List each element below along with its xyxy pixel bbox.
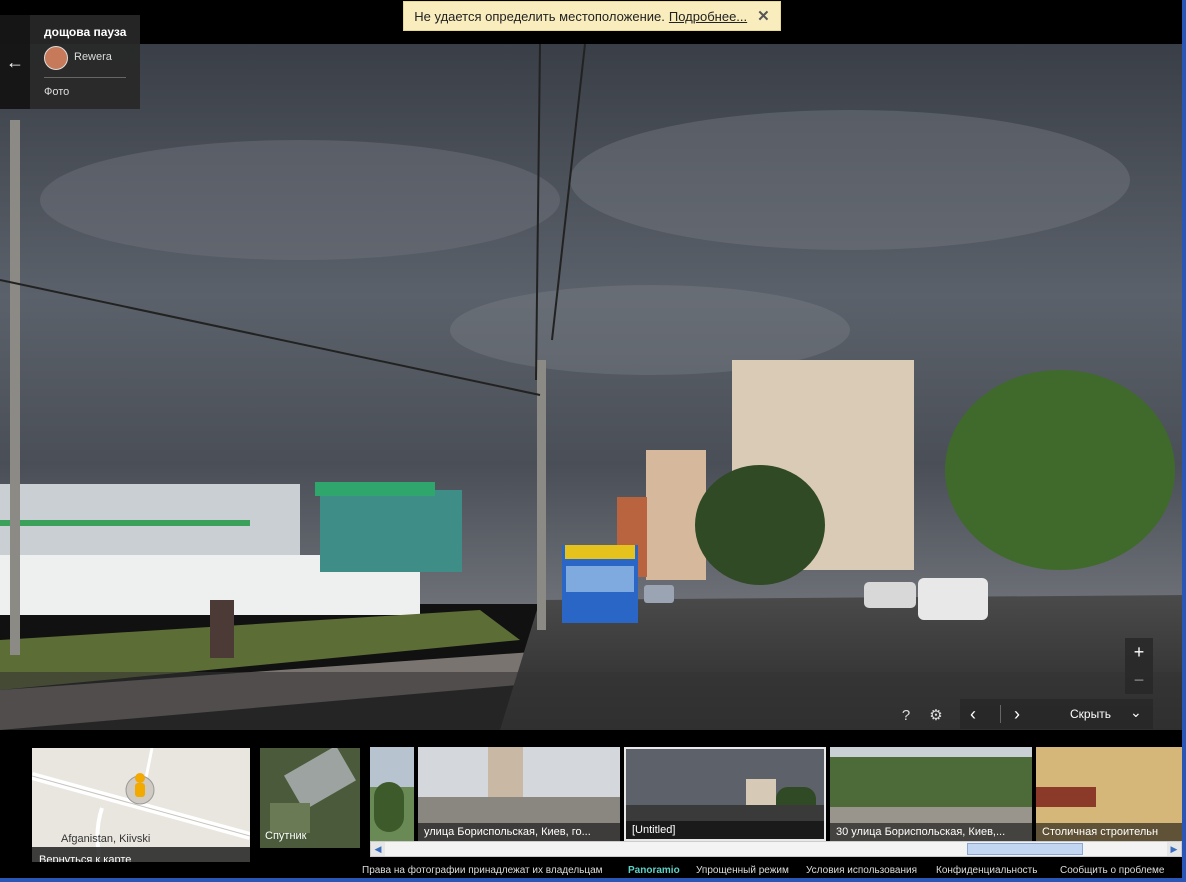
scroll-left-icon[interactable]: ◀ [371, 842, 385, 856]
prev-arrow-icon[interactable]: ‹ [970, 704, 976, 725]
panoramio-logo[interactable]: Panoramio [628, 865, 680, 876]
photo-type-label: Фото [44, 86, 70, 98]
next-arrow-icon[interactable]: › [1014, 704, 1020, 725]
photo-navigation: ‹ › Скрыть ⌄ [960, 699, 1153, 729]
satellite-label: Спутник [265, 830, 307, 842]
author-name[interactable]: Rewera [74, 51, 112, 63]
zoom-in-button[interactable]: + [1125, 638, 1153, 666]
divider [44, 77, 126, 78]
rights-text: Права на фотографии принадлежат их владе… [362, 865, 603, 876]
notice-more-link[interactable]: Подробнее... [669, 9, 747, 24]
photo-title: дощова пауза [44, 25, 127, 39]
zoom-out-button[interactable]: − [1125, 666, 1153, 694]
close-icon[interactable]: ✕ [757, 7, 770, 25]
filmstrip-scrollbar[interactable]: ◀ ▶ [370, 841, 1182, 857]
simple-mode-link[interactable]: Упрощенный режим [696, 865, 789, 876]
hide-button[interactable]: Скрыть [1070, 707, 1111, 721]
photo-thumbnail[interactable]: улица Бориспольская, Киев, го... [418, 747, 620, 841]
notice-text: Не удается определить местоположение. [414, 8, 665, 24]
privacy-link[interactable]: Конфиденциальность [936, 865, 1037, 876]
location-notice: Не удается определить местоположение. По… [403, 1, 781, 31]
thumbnail-caption: [Untitled] [626, 821, 824, 839]
back-arrow-icon[interactable]: ← [0, 15, 30, 109]
photo-thumbnail[interactable] [370, 747, 414, 841]
photo-viewer[interactable]: Не удается определить местоположение. По… [0, 0, 1186, 730]
zoom-control: + − [1125, 638, 1153, 694]
map-place-label: Afganistan, Kiivski [61, 833, 151, 845]
window-frame [0, 878, 1186, 882]
photo-thumbnail[interactable]: 30 улица Бориспольская, Киев,... [830, 747, 1032, 841]
photo-thumbnail-selected[interactable]: [Untitled] [624, 747, 826, 841]
avatar[interactable] [44, 46, 68, 70]
gear-icon[interactable]: ⚙ [926, 705, 946, 725]
help-icon[interactable]: ? [896, 705, 916, 725]
thumbnail-caption: Столичная строительн [1036, 823, 1182, 841]
chevron-down-icon[interactable]: ⌄ [1130, 704, 1142, 721]
photo-thumbnail[interactable]: Столичная строительн [1036, 747, 1182, 841]
viewer-controls: ? ⚙ [896, 704, 952, 726]
thumbnail-caption: 30 улица Бориспольская, Киев,... [830, 823, 1032, 841]
street-photo[interactable] [0, 0, 1186, 730]
thumbnail-caption: улица Бориспольская, Киев, го... [418, 823, 620, 841]
scroll-thumb[interactable] [967, 843, 1083, 855]
scroll-right-icon[interactable]: ▶ [1167, 842, 1181, 856]
mini-map[interactable]: Afganistan, Kiivski Вернуться к карте [32, 748, 250, 874]
photo-info-card: ← дощова пауза Rewera Фото [0, 15, 140, 109]
terms-link[interactable]: Условия использования [806, 865, 917, 876]
satellite-thumbnail[interactable]: Спутник [260, 748, 360, 848]
report-problem-link[interactable]: Сообщить о проблеме [1060, 865, 1164, 876]
window-frame [1182, 0, 1186, 882]
divider [1000, 705, 1001, 723]
